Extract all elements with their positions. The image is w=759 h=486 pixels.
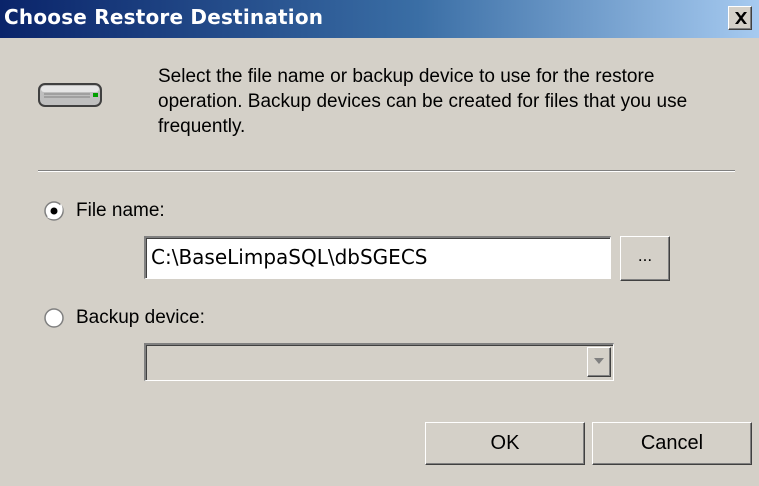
dropdown-arrow-button [587,347,611,377]
cancel-button[interactable]: Cancel [592,422,752,465]
backup-device-label[interactable]: Backup device: [76,307,205,329]
restore-destination-dialog: Choose Restore Destination Select the fi… [0,0,759,486]
backup-device-select [144,343,614,381]
browse-button[interactable]: ... [620,236,670,281]
file-name-label[interactable]: File name: [76,200,165,222]
backup-device-radio[interactable] [44,308,64,328]
close-icon [735,12,747,24]
file-name-radio[interactable] [44,201,64,221]
backup-device-icon [38,83,102,107]
intro-description: Select the file name or backup device to… [158,66,688,137]
close-button[interactable] [728,6,752,30]
file-name-input[interactable]: C:\BaseLimpaSQL\dbSGECS [144,236,611,279]
title-bar: Choose Restore Destination [0,0,759,38]
ok-button[interactable]: OK [425,422,585,465]
chevron-down-icon [594,358,604,364]
separator [38,170,735,172]
window-title: Choose Restore Destination [4,5,324,29]
